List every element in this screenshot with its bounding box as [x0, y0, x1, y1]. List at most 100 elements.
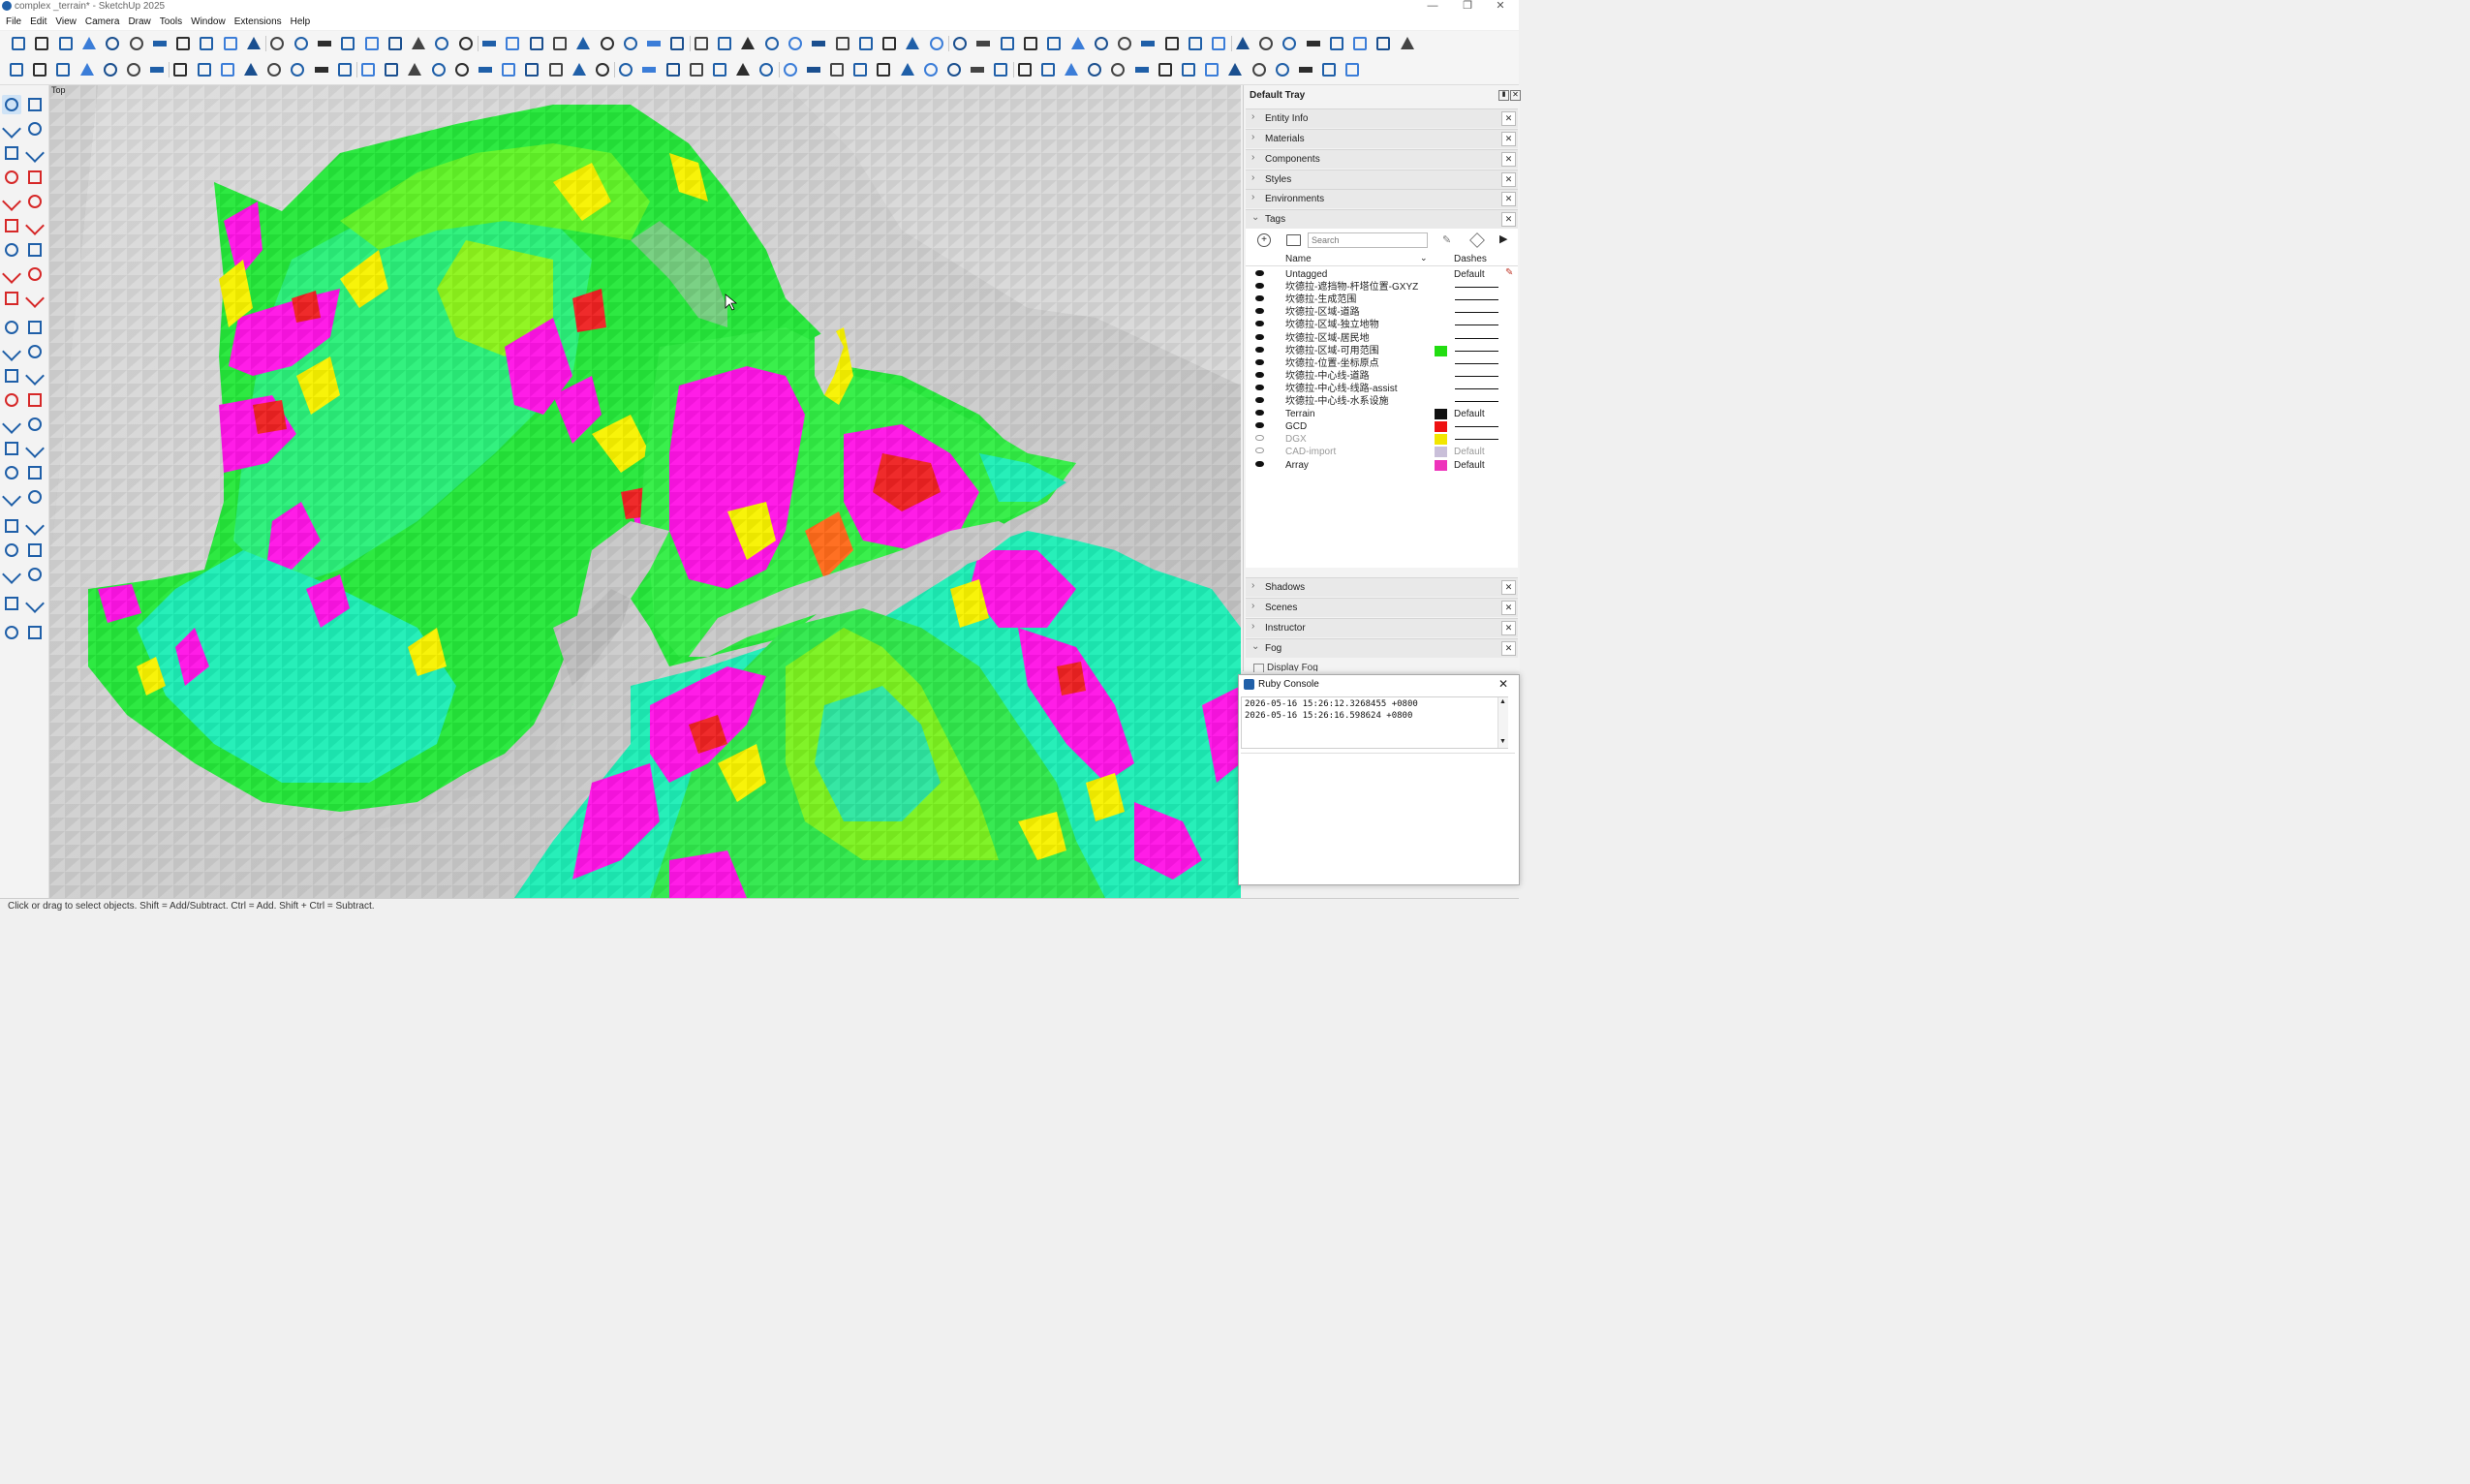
add-tag-icon[interactable]: +	[1257, 233, 1271, 247]
add-tag-folder-icon[interactable]	[1286, 234, 1301, 246]
tag-color-swatch[interactable]	[1435, 409, 1447, 420]
panel-components[interactable]: › Components ✕	[1246, 149, 1518, 169]
copy-icon[interactable]	[974, 35, 992, 52]
menu-window[interactable]: Window	[185, 14, 229, 30]
eye-visible-icon[interactable]	[1255, 358, 1264, 365]
eye-visible-icon[interactable]	[1255, 371, 1264, 378]
pin-icon[interactable]	[645, 35, 663, 52]
modeling-viewport[interactable]: Top	[49, 85, 1241, 898]
tag-tool-icon[interactable]	[1469, 232, 1485, 248]
help-icon[interactable]	[711, 61, 728, 78]
panel-shadows[interactable]: › Shadows ✕	[1246, 577, 1518, 597]
front-view-icon[interactable]	[1187, 35, 1204, 52]
users-icon[interactable]	[688, 61, 705, 78]
panel-entity-info[interactable]: › Entity Info ✕	[1246, 108, 1518, 128]
panel-tags[interactable]: ⌄ Tags ✕	[1246, 209, 1518, 229]
tag-color-swatch[interactable]	[1435, 345, 1447, 356]
eye-visible-icon[interactable]	[1255, 346, 1264, 353]
tag-color-swatch[interactable]	[1435, 421, 1447, 433]
move-icon[interactable]	[2, 289, 21, 308]
right-view-icon[interactable]	[339, 35, 356, 52]
follow-me-icon[interactable]	[25, 318, 45, 337]
link-icon[interactable]	[1250, 61, 1268, 78]
tag-dash-pattern[interactable]	[1455, 312, 1498, 314]
eye-visible-icon[interactable]	[1255, 321, 1264, 327]
bi-icon[interactable]	[805, 61, 822, 78]
3d-text-icon[interactable]	[25, 415, 45, 434]
text-icon[interactable]	[25, 390, 45, 410]
textured-icon[interactable]	[528, 35, 545, 52]
tag-name[interactable]: CAD-import	[1285, 446, 1336, 458]
target-icon[interactable]	[336, 61, 354, 78]
menu-help[interactable]: Help	[285, 14, 314, 30]
sketchup-app-icon[interactable]	[2, 1, 12, 11]
tag-row[interactable]: 坎德拉-中心线-水系设施	[1246, 395, 1518, 408]
left-view-icon[interactable]	[1257, 35, 1275, 52]
menu-file[interactable]: File	[0, 14, 24, 30]
terrain-icon[interactable]	[102, 61, 119, 78]
back-view-icon[interactable]	[1234, 35, 1251, 52]
open-file-icon[interactable]	[904, 35, 921, 52]
export-icon[interactable]	[875, 61, 892, 78]
pen-icon[interactable]	[1343, 61, 1361, 78]
tag-row[interactable]: 坎德拉-区域-道路	[1246, 306, 1518, 319]
position-camera-icon[interactable]	[2, 516, 21, 536]
cut-icon[interactable]	[951, 35, 969, 52]
xray-icon[interactable]	[433, 35, 450, 52]
array-icon[interactable]	[1274, 61, 1291, 78]
xray-icon[interactable]	[1305, 35, 1322, 52]
tag-dash-pattern[interactable]	[1455, 299, 1498, 301]
terrain-icon[interactable]	[992, 61, 1009, 78]
iso-view-icon[interactable]	[1139, 35, 1157, 52]
sliders-icon[interactable]	[523, 61, 540, 78]
arc-2pt-icon[interactable]	[25, 264, 45, 284]
eye-visible-icon[interactable]	[1255, 422, 1264, 429]
iso-view-icon[interactable]	[268, 35, 286, 52]
top-view-icon[interactable]	[1163, 35, 1181, 52]
polygon-icon[interactable]	[25, 216, 45, 235]
menu-edit[interactable]: Edit	[24, 14, 49, 30]
erase-icon[interactable]	[151, 35, 169, 52]
paste-icon[interactable]	[128, 35, 145, 52]
tape-measure-icon[interactable]	[2, 366, 21, 386]
tag-name[interactable]: 坎德拉-遮挡物-杆塔位置-GXYZ	[1285, 281, 1418, 294]
close-panel-icon[interactable]: ✕	[1501, 580, 1516, 595]
lock-icon[interactable]	[739, 35, 756, 52]
level-icon[interactable]	[810, 35, 827, 52]
walk-icon[interactable]	[25, 516, 45, 536]
model-info-icon[interactable]	[245, 35, 262, 52]
panel-environments[interactable]: › Environments ✕	[1246, 189, 1518, 208]
percent-icon[interactable]	[219, 61, 236, 78]
tag-row[interactable]: 坎德拉-中心线-线路-assist	[1246, 383, 1518, 395]
tag-name[interactable]: 坎德拉-中心线-道路	[1285, 370, 1370, 383]
cloud-icon[interactable]	[1320, 61, 1338, 78]
curve-icon[interactable]	[265, 61, 283, 78]
tag-dashes-label[interactable]: Default	[1454, 408, 1485, 420]
kwh-icon[interactable]	[594, 61, 611, 78]
undo-icon[interactable]	[174, 35, 192, 52]
shaded-icon[interactable]	[1374, 35, 1392, 52]
sun-icon[interactable]	[922, 61, 940, 78]
calculator-icon[interactable]	[547, 61, 565, 78]
percent-icon[interactable]	[1109, 61, 1127, 78]
tag-row[interactable]: Array Default	[1246, 459, 1518, 472]
camera-icon[interactable]	[477, 61, 494, 78]
hash-icon[interactable]	[1180, 61, 1197, 78]
pan-icon[interactable]	[25, 439, 45, 458]
curve-icon[interactable]	[1157, 61, 1174, 78]
rectangle-icon[interactable]	[2, 192, 21, 211]
save-icon[interactable]	[57, 35, 75, 52]
name-column-header[interactable]: Name	[1285, 254, 1312, 264]
dimension-icon[interactable]	[716, 35, 733, 52]
panel-styles[interactable]: › Styles ✕	[1246, 170, 1518, 189]
layers-icon[interactable]	[125, 61, 142, 78]
close-panel-icon[interactable]: ✕	[1501, 192, 1516, 206]
cloud-icon[interactable]	[430, 61, 448, 78]
link-icon[interactable]	[359, 61, 377, 78]
hidden-line-icon[interactable]	[1351, 35, 1369, 52]
hash-icon[interactable]	[289, 61, 306, 78]
line-tool-icon[interactable]	[2, 168, 21, 187]
tag-row[interactable]: 坎德拉-区域-可用范围	[1246, 345, 1518, 357]
crop-icon[interactable]	[969, 61, 986, 78]
arc-icon[interactable]	[2, 240, 21, 260]
